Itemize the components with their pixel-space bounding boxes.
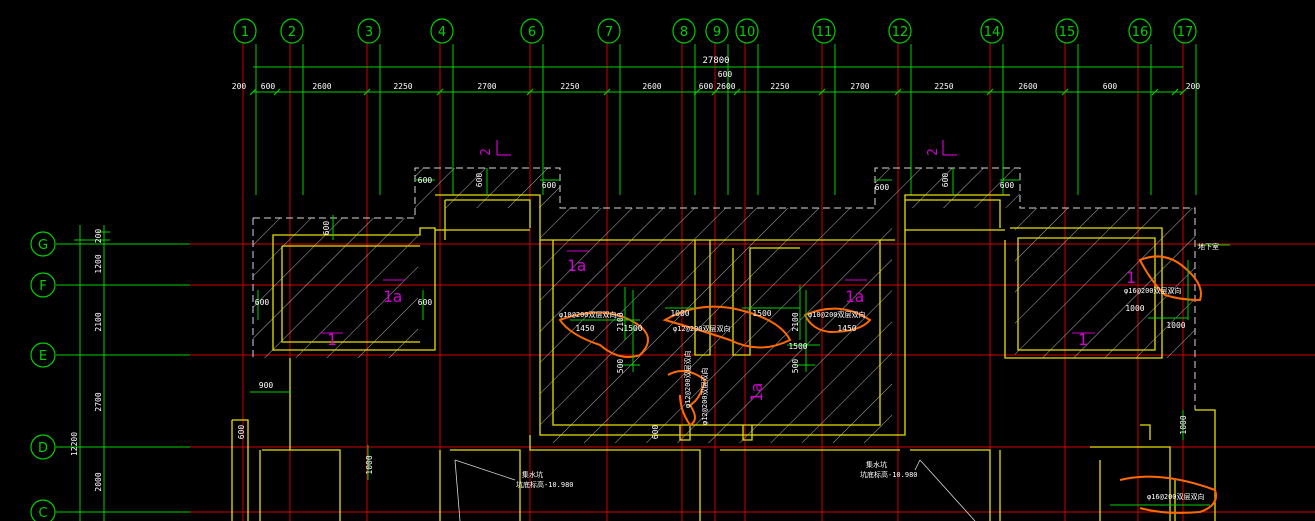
top-dimension-text-8: 2600	[716, 82, 735, 91]
section-mark-2-left: 2	[479, 148, 494, 156]
column-axis-label-6: 6	[528, 25, 536, 40]
top-dimension-text-4: 2700	[477, 82, 496, 91]
zone-1a-right: 1a	[845, 287, 864, 306]
dim-600-b: 600	[475, 173, 484, 188]
column-axis-label-15: 15	[1059, 25, 1076, 40]
dim-1000-d: 1000	[1179, 415, 1188, 434]
top-dimension-text-9: 2250	[770, 82, 789, 91]
sump-elev-left: 坑底标高-10.980	[516, 480, 574, 489]
column-axis-bubbles: 1 2 3 4 6 7 8 9 10 11 12 14 15 16 17	[233, 18, 1197, 44]
left-dim-2100: 2100	[94, 312, 103, 331]
zone-1-far-right: 1	[1126, 268, 1136, 287]
top-dimension-text-14: 200	[1186, 82, 1201, 91]
dim-600-i: 600	[418, 298, 433, 307]
dim-600-k: 600	[651, 425, 660, 440]
sump-elev-right: 坑底标高-10.980	[860, 470, 918, 479]
section-mark-2-right: 2	[926, 148, 941, 156]
left-dim-200: 200	[94, 229, 103, 244]
dim-1000-c: 1000	[1166, 321, 1185, 330]
dim-600-g: 600	[322, 221, 331, 236]
row-axis-label-D: D	[38, 441, 48, 456]
dim-600-e: 600	[941, 173, 950, 188]
top-dimension-text-10: 2700	[850, 82, 869, 91]
top-dimension-text-13: 600	[1103, 82, 1118, 91]
row-axis-label-F: F	[39, 279, 46, 294]
rebar-note-5: φ16@200双层双向	[1124, 286, 1182, 295]
rebar-note-1: φ10@200双层双向	[559, 310, 617, 319]
sump-title-right: 集水坑	[866, 460, 887, 469]
left-total-12200: 12200	[70, 432, 79, 456]
top-dimension-text-12: 2600	[1018, 82, 1037, 91]
top-dimension-text-5: 2250	[560, 82, 579, 91]
top-dimension-texts: 200 600 2600 2250 2700 2250 2600 600 2600 2250 270…	[232, 82, 1201, 91]
top-dimension-text-1: 600	[261, 82, 276, 91]
hatch-right	[1015, 208, 1195, 358]
top-dimension-text-11: 2250	[934, 82, 953, 91]
row-axis-label-G: G	[38, 238, 48, 253]
rebar-note-3: φ10@200双层双向	[808, 310, 866, 319]
row-axis-bubbles: G F E D C	[30, 231, 56, 521]
column-axis-label-14: 14	[984, 25, 1001, 40]
dim-500-a: 500	[616, 359, 625, 374]
dimension-600-upper: 600	[718, 70, 733, 79]
left-dimension-chain	[74, 225, 110, 521]
dim-1500-c: 1500	[788, 342, 807, 351]
dim-1450-b: 1450	[837, 324, 856, 333]
dim-600-a: 600	[418, 176, 433, 185]
column-axis-label-10: 10	[739, 25, 756, 40]
dim-600-f: 600	[1000, 181, 1015, 190]
overall-dimension-text: 27800	[702, 56, 729, 66]
left-dim-2000: 2000	[94, 472, 103, 491]
rebar-note-4: φ12@200双层双向	[700, 367, 709, 425]
left-dimension-texts: 200 1200 2100 2700 2000 12200	[70, 229, 103, 492]
dim-900: 900	[259, 381, 274, 390]
top-dimension-text-0: 200	[232, 82, 247, 91]
dim-1000-a: 1000	[670, 309, 689, 318]
top-dimension-text-3: 2250	[393, 82, 412, 91]
dim-600-c: 600	[542, 181, 557, 190]
sump-title-left: 集水坑	[522, 470, 543, 479]
column-axis-label-3: 3	[365, 25, 373, 40]
dim-2100-a: 2100	[616, 312, 625, 331]
row-axis-label-E: E	[39, 349, 47, 364]
dim-1450-a: 1450	[575, 324, 594, 333]
zone-1a-bottom: 1a	[747, 383, 766, 402]
section-marks	[496, 140, 957, 156]
column-axis-label-9: 9	[713, 25, 721, 40]
zone-1a-left: 1a	[383, 287, 402, 306]
column-axis-label-1: 1	[241, 25, 249, 40]
top-dimension-text-6: 2600	[642, 82, 661, 91]
rebar-note-6: φ16@200双层双向	[1147, 492, 1205, 501]
dim-2100-b: 2100	[791, 312, 800, 331]
dim-1500-b: 1500	[752, 309, 771, 318]
column-axis-label-16: 16	[1132, 25, 1149, 40]
cad-drawing[interactable]: 1 2 3 4 6 7 8 9 10 11 12 14 15 16 17 GFEDC 27800 600 2…	[0, 0, 1315, 521]
right-tag: 地下室	[1198, 242, 1219, 251]
dim-1000-e: 1000	[365, 455, 374, 474]
left-dim-1200: 1200	[94, 254, 103, 273]
dim-500-b: 500	[791, 359, 800, 374]
column-axis-label-17: 17	[1177, 25, 1194, 40]
column-axis-label-12: 12	[892, 25, 909, 40]
rebar-note-2: φ12@200双层双向	[673, 324, 731, 333]
column-axis-label-4: 4	[438, 25, 446, 40]
column-axis-label-8: 8	[680, 25, 688, 40]
column-axis-label-2: 2	[288, 25, 296, 40]
top-dimension-text-7: 600	[699, 82, 714, 91]
left-dim-2700: 2700	[94, 392, 103, 411]
row-axis-label-C: C	[38, 506, 47, 521]
zone-1a-center: 1a	[567, 256, 586, 275]
dim-600-j: 600	[237, 425, 246, 440]
column-axis-label-7: 7	[605, 25, 613, 40]
top-dimension-text-2: 2600	[312, 82, 331, 91]
rebar-note-7: φ12@200双层双向	[683, 350, 692, 408]
dim-600-d: 600	[875, 183, 890, 192]
column-axis-label-11: 11	[816, 25, 833, 40]
dim-1500-a: 1500	[623, 324, 642, 333]
dim-1000-b: 1000	[1125, 304, 1144, 313]
dim-600-h: 600	[255, 298, 270, 307]
